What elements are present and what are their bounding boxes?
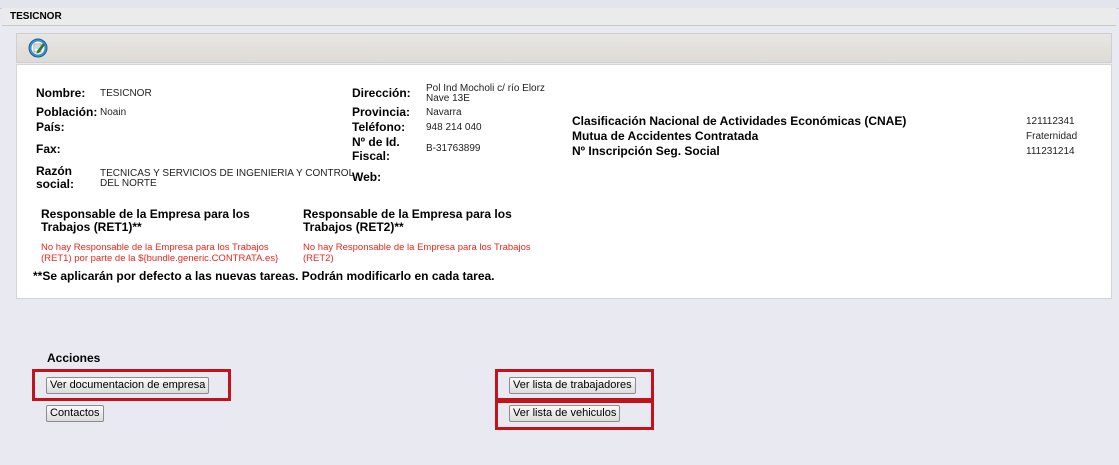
razon-value-2: DEL NORTE [100, 178, 157, 189]
razon-label-2: social: [36, 177, 75, 191]
fax-label: Fax: [36, 142, 61, 156]
ret1-message-1: No hay Responsable de la Empresa para lo… [41, 242, 269, 253]
actions-title: Acciones [47, 351, 101, 365]
ret1-message-2: (RET1) por parte de la ${bundle.generic.… [41, 253, 279, 264]
direccion-value-2: Nave 13E [426, 93, 470, 104]
contactos-button[interactable]: Contactos [46, 405, 104, 422]
telefono-label: Teléfono: [352, 120, 406, 134]
nif-value: B-31763899 [426, 143, 481, 154]
nombre-value: TESICNOR [100, 88, 152, 99]
mutua-value: Fraternidad [1026, 131, 1078, 142]
ret2-title-2: Trabajos (RET2)** [303, 220, 404, 234]
company-details-panel: Nombre: TESICNOR Población: Noain País: … [16, 64, 1112, 299]
cnae-label: Clasificación Nacional de Actividades Ec… [572, 114, 907, 128]
telefono-value: 948 214 040 [426, 122, 482, 133]
ret1-title-2: Trabajos (RET1)** [41, 220, 142, 234]
edit-document-icon[interactable] [28, 38, 48, 58]
ret2-message-2: (RET2) [303, 253, 334, 264]
ver-documentacion-button[interactable]: Ver documentacion de empresa [46, 377, 210, 394]
poblacion-value: Noain [100, 107, 127, 118]
ret2-message-1: No hay Responsable de la Empresa para lo… [303, 242, 531, 253]
window-titlebar: TESICNOR [2, 8, 1116, 26]
ss-value: 111231214 [1026, 146, 1075, 157]
ret1-title-1: Responsable de la Empresa para los [41, 207, 250, 221]
ver-trabajadores-button[interactable]: Ver lista de trabajadores [509, 377, 636, 394]
cnae-value: 121112341 [1026, 116, 1075, 127]
nif-label-2: Fiscal: [352, 149, 391, 163]
web-label: Web: [352, 170, 382, 184]
direccion-label: Dirección: [352, 86, 411, 100]
toolbar [16, 33, 1112, 63]
ver-vehiculos-button[interactable]: Ver lista de vehiculos [509, 405, 621, 422]
default-note: **Se aplicarán por defecto a las nuevas … [33, 269, 495, 283]
ret2-title-1: Responsable de la Empresa para los [303, 207, 512, 221]
nif-label-1: Nº de Id. [352, 135, 400, 149]
provincia-value: Navarra [426, 107, 462, 118]
pais-label: País: [36, 120, 65, 134]
window-title: TESICNOR [10, 11, 62, 22]
provincia-label: Provincia: [352, 105, 411, 119]
poblacion-label: Población: [36, 105, 98, 119]
nombre-label: Nombre: [36, 86, 86, 100]
mutua-label: Mutua de Accidentes Contratada [572, 129, 759, 143]
ss-label: Nº Inscripción Seg. Social [572, 144, 720, 158]
